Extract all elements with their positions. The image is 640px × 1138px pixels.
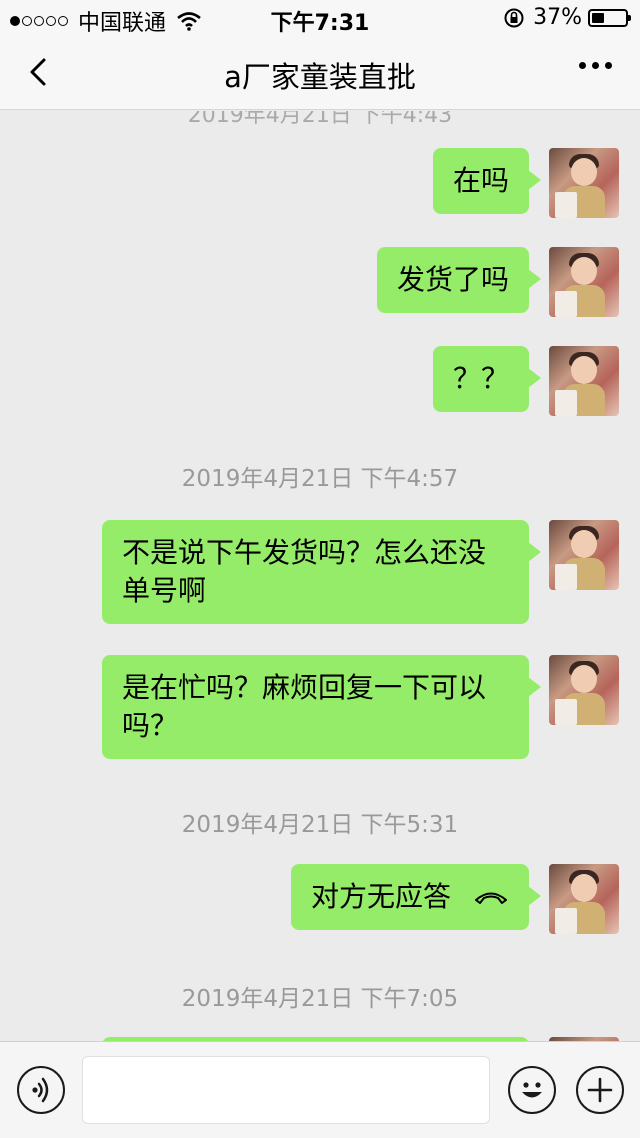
avatar[interactable] <box>549 148 619 218</box>
message-line: 吗？ <box>122 709 179 742</box>
battery-icon <box>588 8 631 27</box>
timestamp: 2019年4月21日 下午7:05 <box>181 986 459 1012</box>
rotation-lock-icon <box>504 8 524 27</box>
hang-up-phone-icon <box>475 892 507 904</box>
emoji-icon[interactable] <box>508 1066 556 1114</box>
plus-icon[interactable] <box>576 1066 624 1114</box>
wifi-icon <box>177 12 201 31</box>
avatar[interactable] <box>549 520 619 590</box>
message-bubble[interactable]: ？？ <box>432 346 542 412</box>
timestamp: 2019年4月21日 下午5:31 <box>181 812 459 838</box>
timestamp: 2019年4月21日 下午4:43 <box>187 111 453 128</box>
voice-icon[interactable] <box>17 1066 65 1114</box>
more-dots-icon[interactable] <box>579 62 612 69</box>
carrier-name: 中国联通 <box>78 11 167 36</box>
message-bubble[interactable]: 是在忙吗？麻烦回复一下可以 吗？ <box>102 655 541 759</box>
avatar[interactable] <box>549 864 619 934</box>
message-bubble[interactable]: 发货了吗 <box>376 247 542 313</box>
message-line: 不是说下午发货吗？怎么还没 <box>122 536 487 569</box>
signal-strength-icon <box>10 16 70 26</box>
avatar[interactable] <box>549 346 619 416</box>
message-bubble[interactable]: 不是说下午发货吗？怎么还没 单号啊 <box>102 520 541 624</box>
message-bubble[interactable]: 在吗 <box>432 148 542 214</box>
avatar[interactable] <box>549 247 619 317</box>
battery-percent: 37% <box>533 5 582 30</box>
call-message-bubble[interactable]: 对方无应答 <box>290 864 542 930</box>
avatar[interactable] <box>549 655 619 725</box>
chat-area[interactable]: 2019年4月21日 下午4:43 在吗 发货了吗 ？？ 2019年4月21日 … <box>0 111 640 1041</box>
status-bar: 中国联通 下午7:31 37% <box>0 0 640 36</box>
status-left: 中国联通 <box>10 5 202 37</box>
message-line: 单号啊 <box>122 574 207 607</box>
message-line: 是在忙吗？麻烦回复一下可以 <box>122 671 487 704</box>
call-status-text: 对方无应答 <box>310 880 451 913</box>
nav-bar: a厂家童装直批 <box>0 36 640 110</box>
status-right: 37% <box>503 5 631 30</box>
input-bar <box>0 1041 640 1138</box>
chevron-left-icon[interactable] <box>22 52 62 92</box>
timestamp: 2019年4月21日 下午4:57 <box>181 466 459 492</box>
chat-title: a厂家童装直批 <box>224 60 416 94</box>
message-input[interactable] <box>82 1056 490 1124</box>
